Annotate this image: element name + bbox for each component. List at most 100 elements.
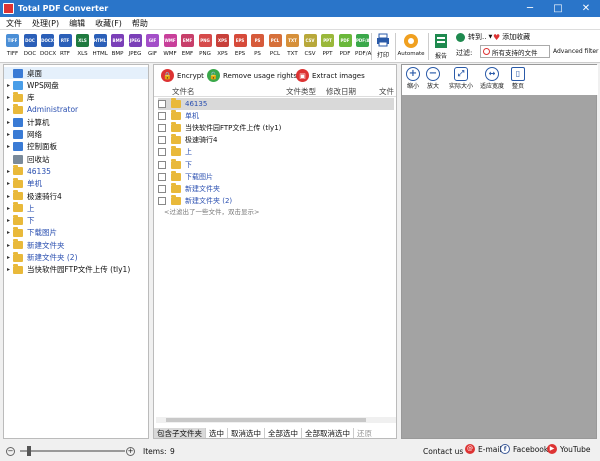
horizontal-scrollbar[interactable] <box>156 417 396 423</box>
file-row[interactable]: 新建文件夹 (2) <box>158 194 232 207</box>
format-button-pdf-a[interactable]: PDF/A PDF/A <box>355 34 371 57</box>
expand-arrow-icon[interactable]: ▸ <box>4 106 13 113</box>
format-button-docx[interactable]: DOCX DOCX <box>40 34 56 57</box>
file-checkbox[interactable] <box>158 160 166 169</box>
file-row[interactable]: 当快软件园FTP文件上传 (tly1) <box>158 122 281 134</box>
file-checkbox[interactable] <box>158 100 166 108</box>
actual-size-button[interactable]: ⤢ 实际大小 <box>449 67 473 90</box>
column-type[interactable]: 文件类型 <box>286 86 316 97</box>
tree-item[interactable]: ▸ 当快软件园FTP文件上传 (tly1) <box>4 263 130 276</box>
format-button-html[interactable]: HTML HTML <box>93 34 108 57</box>
remove-usage-rights-button[interactable]: 🔓 Remove usage rights <box>207 69 297 82</box>
scrollbar-thumb[interactable] <box>166 418 366 422</box>
tree-item[interactable]: ▸ WPS网盘 <box>4 79 59 91</box>
format-button-xls[interactable]: XLS XLS <box>75 34 90 57</box>
selection-tab[interactable]: 全部选中 <box>265 428 302 438</box>
tree-item[interactable]: ▸ 单机 <box>4 177 42 190</box>
expand-arrow-icon[interactable]: ▸ <box>4 266 13 273</box>
fit-width-button[interactable]: ↔ 适应宽度 <box>480 67 504 90</box>
selection-tab[interactable]: 全部取消选中 <box>302 428 354 438</box>
tree-item[interactable]: ▸ 库 <box>4 91 35 104</box>
format-button-pdf[interactable]: PDF PDF <box>338 34 353 57</box>
file-checkbox[interactable] <box>158 148 166 157</box>
selection-tab[interactable]: 取消选中 <box>228 428 265 438</box>
tree-item[interactable]: ▸ 下载图片 <box>4 226 57 239</box>
close-button[interactable]: ✕ <box>572 0 600 17</box>
format-button-png[interactable]: PNG PNG <box>198 34 213 57</box>
expand-arrow-icon[interactable]: ▸ <box>4 217 13 224</box>
automate-button[interactable]: Automate <box>396 33 426 57</box>
tree-item[interactable]: 回收站 <box>4 153 50 165</box>
zoom-plus-icon[interactable]: + <box>126 446 135 456</box>
zoom-slider-thumb[interactable] <box>27 446 31 456</box>
tree-item[interactable]: ▸ 网络 <box>4 129 42 141</box>
file-row[interactable]: 下 <box>158 158 192 171</box>
file-row[interactable]: 极速骑行4 <box>158 134 217 146</box>
selection-tab[interactable]: 还原 <box>354 428 375 438</box>
column-extra[interactable]: 文件 <box>379 86 394 97</box>
expand-arrow-icon[interactable]: ▸ <box>4 242 13 249</box>
format-button-pcl[interactable]: PCL PCL <box>268 34 283 57</box>
format-button-gif[interactable]: GIF GIF <box>145 34 160 57</box>
tree-item[interactable]: ▸ 新建文件夹 (2) <box>4 251 78 264</box>
tree-item[interactable]: ▸ 计算机 <box>4 116 50 128</box>
menu-item[interactable]: 编辑 <box>69 18 85 29</box>
expand-arrow-icon[interactable]: ▸ <box>4 119 13 126</box>
minimize-button[interactable]: ─ <box>516 0 544 17</box>
contact-us-link[interactable]: Contact us <box>423 447 463 456</box>
full-page-button[interactable]: ▯ 整页 <box>511 67 525 90</box>
format-button-rtf[interactable]: RTF RTF <box>58 34 73 57</box>
file-row[interactable]: 新建文件夹 <box>158 182 220 195</box>
youtube-link[interactable]: ▶ YouTube <box>547 444 591 454</box>
filter-hint-text[interactable]: <过滤出了一些文件，双击显示> <box>164 206 259 216</box>
tree-item[interactable]: ▸ 控制面板 <box>4 141 57 153</box>
filter-select[interactable]: 所有支持的文件 <box>480 45 550 58</box>
format-button-txt[interactable]: TXT TXT <box>285 34 300 57</box>
tree-item[interactable]: ▸ 上 <box>4 202 35 214</box>
tree-item[interactable]: ▸ 46135 <box>4 165 51 177</box>
tree-item[interactable]: ▸ 新建文件夹 <box>4 239 65 251</box>
expand-arrow-icon[interactable]: ▸ <box>4 205 13 212</box>
format-button-bmp[interactable]: BMP BMP <box>110 34 125 57</box>
menu-item[interactable]: 处理(P) <box>32 18 59 29</box>
format-button-csv[interactable]: CSV CSV <box>303 34 318 57</box>
format-button-emf[interactable]: EMF EMF <box>180 34 195 57</box>
expand-arrow-icon[interactable]: ▸ <box>4 131 13 138</box>
expand-arrow-icon[interactable]: ▸ <box>4 180 13 187</box>
file-checkbox[interactable] <box>158 136 166 145</box>
convert-to-button[interactable]: 转到.. ▼ <box>456 32 492 42</box>
tree-item[interactable]: ▸ Administrator <box>4 103 78 116</box>
zoom-out-button[interactable]: − 放大 <box>426 67 440 90</box>
column-name[interactable]: 文件名 <box>172 86 195 97</box>
expand-arrow-icon[interactable]: ▸ <box>4 254 13 261</box>
format-button-xps[interactable]: XPS XPS <box>215 34 230 57</box>
maximize-button[interactable]: □ <box>544 0 572 17</box>
file-checkbox[interactable] <box>158 184 166 193</box>
file-checkbox[interactable] <box>158 112 166 121</box>
expand-arrow-icon[interactable]: ▸ <box>4 168 13 175</box>
expand-arrow-icon[interactable]: ▸ <box>4 229 13 236</box>
selection-tab[interactable]: 选中 <box>206 428 228 438</box>
zoom-minus-icon[interactable]: − <box>6 446 15 456</box>
file-checkbox[interactable] <box>158 196 166 205</box>
extract-images-button[interactable]: ▣ Extract images <box>296 69 365 82</box>
format-button-eps[interactable]: EPS EPS <box>233 34 248 57</box>
file-row[interactable]: 46135 <box>158 98 394 110</box>
tree-item[interactable]: ▸ 极速骑行4 <box>4 190 62 202</box>
add-favorite-button[interactable]: ♥ 添加收藏 <box>493 32 530 42</box>
zoom-in-button[interactable]: + 缩小 <box>406 67 420 90</box>
tree-item[interactable]: 桌面 <box>4 67 148 79</box>
email-link[interactable]: @ E-mail <box>465 444 502 454</box>
print-button[interactable]: 打印 <box>373 33 393 59</box>
file-row[interactable]: 上 <box>158 146 192 158</box>
menu-item[interactable]: 收藏(F) <box>95 18 122 29</box>
facebook-link[interactable]: f Facebook <box>500 444 548 454</box>
format-button-tiff[interactable]: TIFF TIFF <box>5 34 20 57</box>
format-button-ps[interactable]: PS PS <box>250 34 265 57</box>
file-checkbox[interactable] <box>158 124 166 133</box>
format-button-doc[interactable]: DOC DOC <box>23 34 38 57</box>
format-button-wmf[interactable]: WMF WMF <box>163 34 178 57</box>
encrypt-button[interactable]: 🔒 Encrypt <box>161 69 204 82</box>
file-row[interactable]: 单机 <box>158 110 199 122</box>
selection-tab[interactable]: 包含子文件夹 <box>154 428 206 438</box>
